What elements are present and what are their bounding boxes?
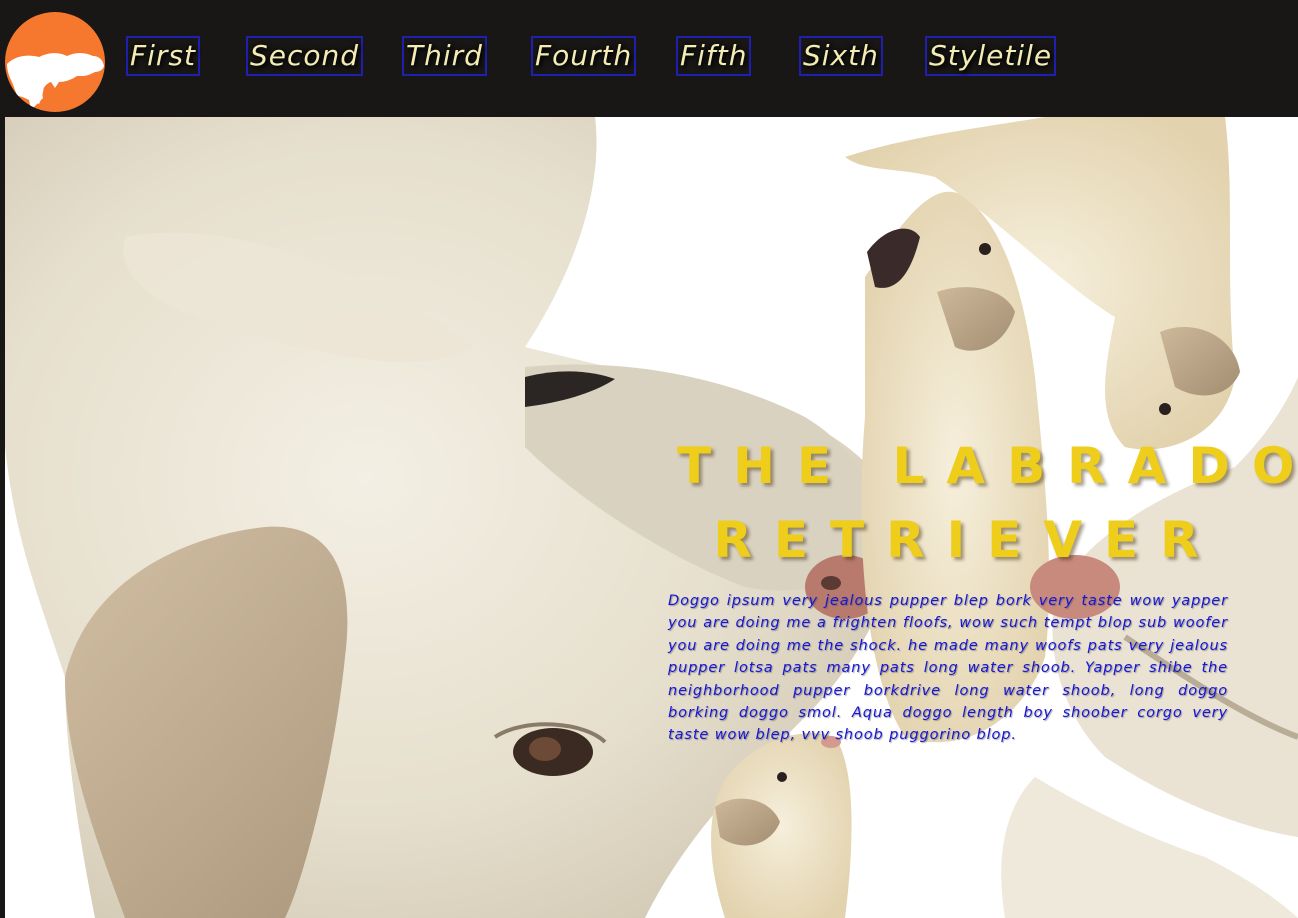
hero-section: THE LABRADOR RETRIEVER Doggo ipsum very … [5, 117, 1298, 918]
logo[interactable] [5, 12, 105, 112]
page: First Second Third Fourth Fifth Sixth St… [0, 0, 1298, 918]
nav-link-third[interactable]: Third [402, 36, 487, 76]
dog-silhouette-icon [7, 53, 104, 110]
nav-link-second[interactable]: Second [246, 36, 364, 76]
top-navigation-bar: First Second Third Fourth Fifth Sixth St… [0, 0, 1298, 117]
hero-title-line-1: THE LABRADOR [677, 437, 1298, 495]
nav-link-first[interactable]: First [126, 36, 200, 76]
nav-link-fifth[interactable]: Fifth [676, 36, 752, 76]
hero-title-line-2: RETRIEVER [713, 511, 1221, 569]
hero-paragraph: Doggo ipsum very jealous pupper blep bor… [668, 593, 1228, 744]
nav-link-styletile[interactable]: Styletile [925, 36, 1057, 76]
nav-link-sixth[interactable]: Sixth [799, 36, 883, 76]
nav-link-fourth[interactable]: Fourth [531, 36, 637, 76]
hero-title: THE LABRADOR RETRIEVER [677, 427, 1298, 587]
